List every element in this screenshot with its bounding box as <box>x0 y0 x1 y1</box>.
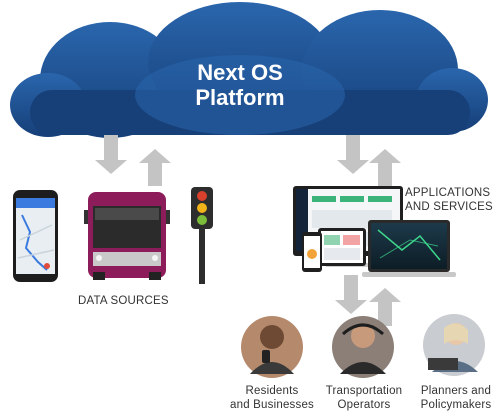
platform-title-line2: Platform <box>195 85 285 110</box>
planners-portrait-icon <box>423 314 485 376</box>
platform-title-line1: Next OS <box>197 60 283 85</box>
smartphone-map-icon <box>13 190 58 282</box>
data-sources-label: DATA SOURCES <box>78 295 169 307</box>
planners-label-line1: Planners and <box>420 385 492 397</box>
bus-icon <box>84 192 170 280</box>
applications-label-line1: APPLICATIONS <box>405 187 491 199</box>
operators-label-line1: Transportation <box>325 385 403 397</box>
data-exchange-arrows-left <box>95 135 171 186</box>
planners-label: Planners and Policymakers <box>412 384 500 412</box>
platform-title: Next OS Platform <box>150 60 330 110</box>
planners-label-line2: Policymakers <box>420 399 492 411</box>
applications-label: APPLICATIONS AND SERVICES <box>405 186 493 214</box>
residents-portrait-icon <box>241 316 303 378</box>
residents-label-line2: and Businesses <box>230 399 314 411</box>
operators-label-line2: Operators <box>337 399 391 411</box>
applications-label-line2: AND SERVICES <box>405 201 493 213</box>
residents-label: Residents and Businesses <box>224 384 320 412</box>
residents-label-line1: Residents <box>245 385 299 397</box>
operators-label: Transportation Operators <box>318 384 410 412</box>
data-exchange-arrows-right <box>337 135 401 186</box>
operators-portrait-icon <box>332 316 394 378</box>
traffic-light-icon <box>191 187 213 284</box>
